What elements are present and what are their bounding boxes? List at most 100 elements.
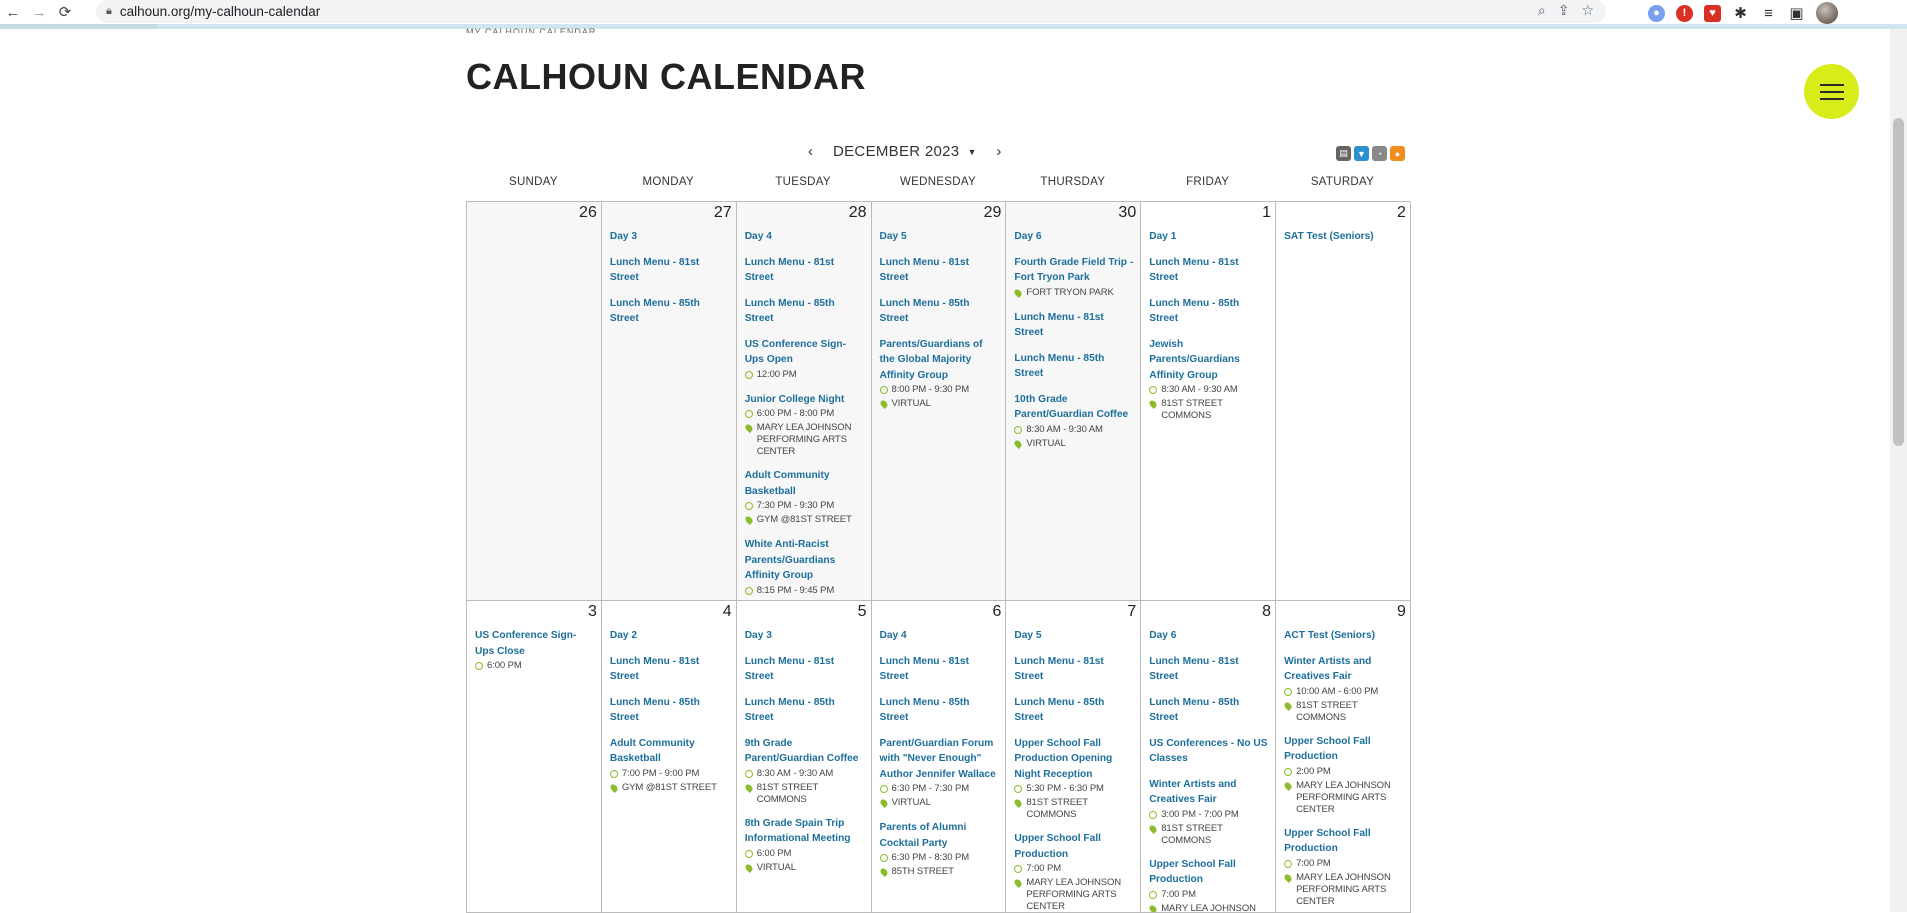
event-title-link[interactable]: Day 5 xyxy=(880,229,1000,245)
rss-icon[interactable]: ◔ xyxy=(1372,146,1387,161)
event-title-link[interactable]: Lunch Menu - 85th Street xyxy=(745,695,865,726)
event-title-link[interactable]: Lunch Menu - 81st Street xyxy=(610,654,730,685)
event-title-link[interactable]: Day 2 xyxy=(610,628,730,644)
day-cell: 9 ACT Test (Seniors) Winter Artists and Cr… xyxy=(1276,601,1411,913)
clock-icon xyxy=(880,852,892,865)
event-time-text: 8:30 AM - 9:30 AM xyxy=(1026,424,1102,436)
bookmark-star-icon[interactable]: ☆ xyxy=(1581,2,1594,19)
event-title-link[interactable]: Lunch Menu - 85th Street xyxy=(880,296,1000,327)
day-number: 28 xyxy=(849,204,867,222)
reload-button[interactable]: ⟳ xyxy=(52,1,78,23)
event-title-link[interactable]: 8th Grade Spain Trip Informational Meeti… xyxy=(745,816,865,847)
prev-month-button[interactable]: ‹ xyxy=(808,143,813,160)
event-title-link[interactable]: Day 6 xyxy=(1014,229,1134,245)
event-title-link[interactable]: Day 4 xyxy=(880,628,1000,644)
back-button[interactable]: ← xyxy=(0,1,26,23)
clock-icon xyxy=(1149,384,1161,397)
event-title-link[interactable]: Adult Community Basketball xyxy=(745,468,865,499)
event-title-link[interactable]: Lunch Menu - 81st Street xyxy=(1149,654,1269,685)
event-title-link[interactable]: Upper School Fall Production xyxy=(1284,734,1404,765)
map-pin-icon xyxy=(1014,877,1026,890)
event-title-link[interactable]: Parents of Alumni Cocktail Party xyxy=(880,820,1000,851)
extension-icon-1[interactable]: ● xyxy=(1648,5,1665,22)
address-bar[interactable]: 🔒︎ calhoun.org/my-calhoun-calendar ⌕ ⇪ ☆ xyxy=(96,0,1606,23)
event-title-link[interactable]: Parents/Guardians of the Global Majority… xyxy=(880,337,1000,384)
event-title-link[interactable]: 10th Grade Parent/Guardian Coffee xyxy=(1014,392,1134,423)
event-title-link[interactable]: Lunch Menu - 85th Street xyxy=(880,695,1000,726)
event-title-link[interactable]: Lunch Menu - 85th Street xyxy=(610,695,730,726)
next-month-button[interactable]: › xyxy=(996,143,1001,160)
event-title-link[interactable]: Lunch Menu - 85th Street xyxy=(1149,695,1269,726)
event-title-link[interactable]: Lunch Menu - 81st Street xyxy=(880,255,1000,286)
event-location: FORT TRYON PARK xyxy=(1014,287,1134,300)
zoom-icon[interactable]: ⌕ xyxy=(1538,2,1546,19)
event-title-link[interactable]: Day 3 xyxy=(745,628,865,644)
event-title-link[interactable]: Upper School Fall Production xyxy=(1149,857,1269,888)
event-title-link[interactable]: Day 6 xyxy=(1149,628,1269,644)
event-title-link[interactable]: 9th Grade Parent/Guardian Coffee xyxy=(745,736,865,767)
map-pin-icon xyxy=(1284,780,1296,793)
hamburger-menu-button[interactable] xyxy=(1804,64,1859,119)
event-title-link[interactable]: US Conference Sign-Ups Close xyxy=(475,628,595,659)
event-title-link[interactable]: Upper School Fall Production Opening Nig… xyxy=(1014,736,1134,783)
day-number: 9 xyxy=(1397,603,1406,621)
event-title-link[interactable]: Lunch Menu - 81st Street xyxy=(745,255,865,286)
event-title-link[interactable]: Parent/Guardian Forum with "Never Enough… xyxy=(880,736,1000,783)
calendar-event: Winter Artists and Creatives Fair3:00 PM… xyxy=(1149,777,1269,847)
extension-icon-3[interactable]: ♥ xyxy=(1704,5,1721,22)
event-title-link[interactable]: Winter Artists and Creatives Fair xyxy=(1149,777,1269,808)
event-title-link[interactable]: White Anti-Racist Parents/Guardians Affi… xyxy=(745,537,865,584)
event-title-link[interactable]: Day 1 xyxy=(1149,229,1269,245)
chevron-down-icon[interactable]: ▼ xyxy=(967,147,976,157)
event-title-link[interactable]: Jewish Parents/Guardians Affinity Group xyxy=(1149,337,1269,384)
event-title-link[interactable]: Lunch Menu - 81st Street xyxy=(1014,310,1134,341)
day-number: 29 xyxy=(984,204,1002,222)
event-title-link[interactable]: Adult Community Basketball xyxy=(610,736,730,767)
event-title-link[interactable]: Lunch Menu - 81st Street xyxy=(745,654,865,685)
event-title-link[interactable]: Fourth Grade Field Trip - Fort Tryon Par… xyxy=(1014,255,1134,286)
event-title-link[interactable]: Lunch Menu - 85th Street xyxy=(1014,351,1134,382)
event-time-text: 5:30 PM - 6:30 PM xyxy=(1026,783,1104,795)
profile-avatar[interactable] xyxy=(1816,2,1838,24)
filter-icon[interactable]: ▼ xyxy=(1354,146,1369,161)
map-pin-icon xyxy=(880,398,892,411)
event-title-link[interactable]: Lunch Menu - 81st Street xyxy=(880,654,1000,685)
event-location: GYM @81ST STREET xyxy=(745,514,865,527)
event-title-link[interactable]: ACT Test (Seniors) xyxy=(1284,628,1404,644)
forward-button[interactable]: → xyxy=(26,1,52,23)
clock-icon xyxy=(880,384,892,397)
event-title-link[interactable]: Lunch Menu - 81st Street xyxy=(610,255,730,286)
event-time: 8:30 AM - 9:30 AM xyxy=(1014,424,1134,437)
event-title-link[interactable]: Day 3 xyxy=(610,229,730,245)
event-time: 7:00 PM xyxy=(1014,863,1134,876)
scrollbar-thumb[interactable] xyxy=(1893,118,1904,446)
event-title-link[interactable]: Lunch Menu - 85th Street xyxy=(1014,695,1134,726)
event-title-link[interactable]: Upper School Fall Production xyxy=(1284,826,1404,857)
event-title-link[interactable]: Day 4 xyxy=(745,229,865,245)
event-title-link[interactable]: SAT Test (Seniors) xyxy=(1284,229,1404,245)
event-location-text: VIRTUAL xyxy=(892,398,931,410)
event-title-link[interactable]: Junior College Night xyxy=(745,392,865,408)
weekday-header: SUNDAYMONDAYTUESDAYWEDNESDAYTHURSDAYFRID… xyxy=(466,176,1410,188)
media-queue-icon[interactable]: ≡ xyxy=(1760,5,1777,22)
calendar-event: Day 4 xyxy=(880,628,1000,644)
subscribe-icon[interactable]: ● xyxy=(1390,146,1405,161)
browser-toolbar: ← → ⟳ 🔒︎ calhoun.org/my-calhoun-calendar… xyxy=(0,0,1907,24)
event-title-link[interactable]: Upper School Fall Production xyxy=(1014,831,1134,862)
event-title-link[interactable]: US Conference Sign-Ups Open xyxy=(745,337,865,368)
event-title-link[interactable]: Day 5 xyxy=(1014,628,1134,644)
side-panel-icon[interactable]: ▣ xyxy=(1788,5,1805,22)
event-title-link[interactable]: Lunch Menu - 85th Street xyxy=(745,296,865,327)
event-title-link[interactable]: Lunch Menu - 81st Street xyxy=(1014,654,1134,685)
event-title-link[interactable]: Lunch Menu - 81st Street xyxy=(1149,255,1269,286)
share-icon[interactable]: ⇪ xyxy=(1558,2,1570,19)
puzzle-extensions-icon[interactable]: ✱ xyxy=(1732,5,1749,22)
month-selector[interactable]: DECEMBER 2023 xyxy=(833,143,959,160)
calendar-event: ACT Test (Seniors) xyxy=(1284,628,1404,644)
extension-icon-2[interactable]: ! xyxy=(1676,5,1693,22)
print-icon[interactable]: ▤ xyxy=(1336,146,1351,161)
event-title-link[interactable]: Lunch Menu - 85th Street xyxy=(1149,296,1269,327)
event-title-link[interactable]: Lunch Menu - 85th Street xyxy=(610,296,730,327)
event-title-link[interactable]: US Conferences - No US Classes xyxy=(1149,736,1269,767)
event-title-link[interactable]: Winter Artists and Creatives Fair xyxy=(1284,654,1404,685)
